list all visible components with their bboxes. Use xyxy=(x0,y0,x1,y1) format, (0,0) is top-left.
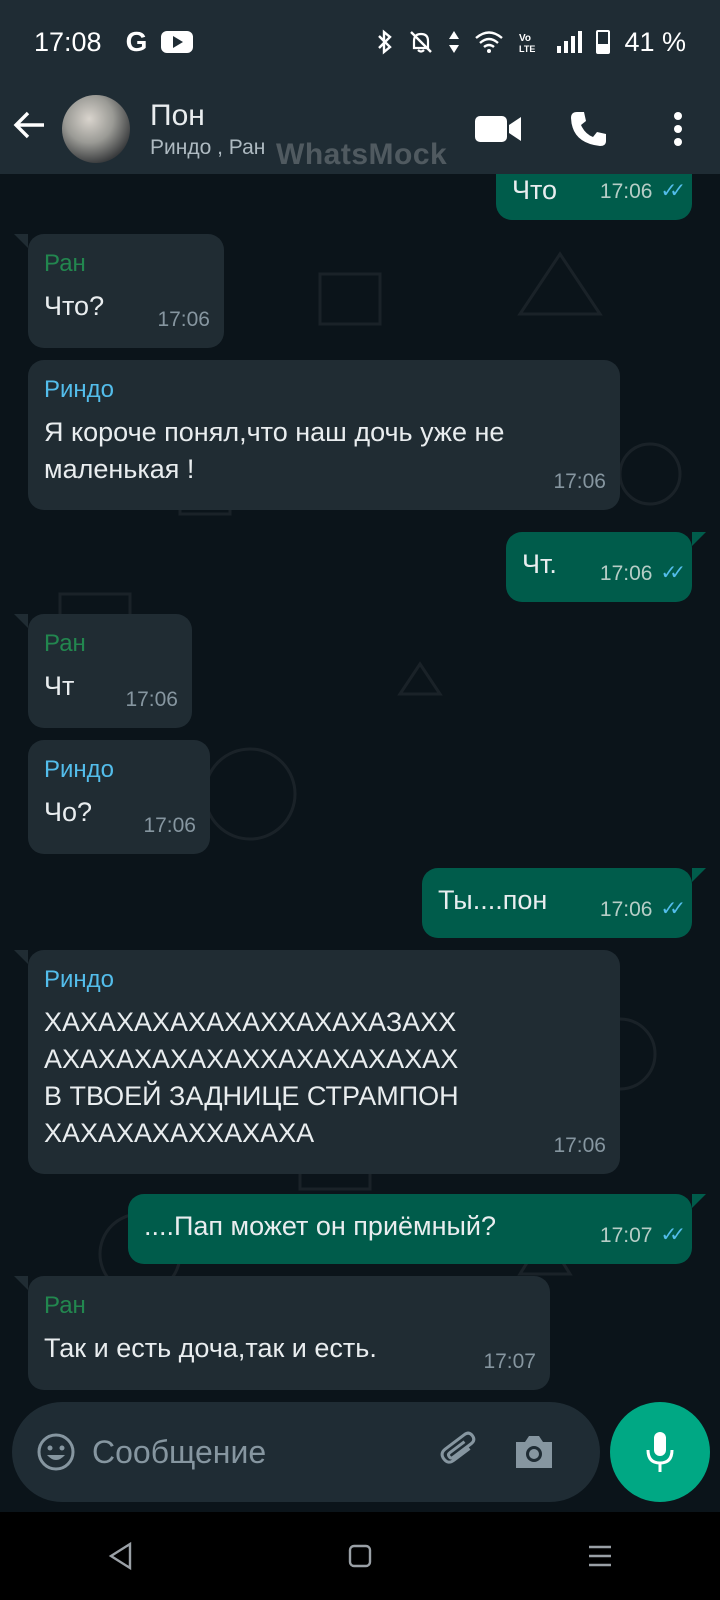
attach-icon[interactable] xyxy=(436,1429,482,1475)
message-incoming[interactable]: Риндо ХАХАХАХАХАХАХХАХАХАЗАХХ АХАХАХАХАХ… xyxy=(14,950,620,1174)
nav-home-icon xyxy=(348,1544,372,1568)
watermark: WhatsMock xyxy=(276,138,448,171)
message-sender: Риндо xyxy=(44,376,115,403)
message-outgoing[interactable]: Ты....пон 17:06 ✓✓ xyxy=(422,868,706,938)
message-time: 17:06 xyxy=(599,562,653,585)
nav-menu-button[interactable] xyxy=(570,1536,630,1576)
message-text-line: ХАХАХАХАХАХАХХАХАХАЗАХХ xyxy=(44,1007,457,1037)
group-avatar[interactable] xyxy=(62,95,130,163)
mic-icon xyxy=(646,1432,674,1472)
message-time: 17:06 xyxy=(157,308,210,331)
nav-menu-icon xyxy=(589,1545,611,1567)
message-incoming[interactable]: Ран Так и есть доча,так и есть. 17:07 xyxy=(14,1276,550,1390)
message-incoming[interactable]: Ран Чт 17:06 xyxy=(14,614,192,728)
message-text: Что xyxy=(512,175,558,205)
wifi-icon xyxy=(475,31,504,53)
message-text-line: ХАХАХАХАХХАХАХА xyxy=(44,1118,315,1148)
voice-call-button[interactable] xyxy=(564,105,612,153)
chat-title: Пон xyxy=(150,98,205,132)
message-text-line: маленькая ! xyxy=(44,454,195,484)
back-arrow-icon xyxy=(13,111,44,139)
read-ticks-icon: ✓✓ xyxy=(660,180,685,202)
mute-bell-icon xyxy=(410,31,433,53)
message-incoming[interactable]: Ран Что? 17:06 xyxy=(14,234,224,348)
status-time: 17:08 xyxy=(34,26,102,57)
nav-back-button[interactable] xyxy=(90,1536,150,1576)
status-bar: 17:08 G Vo LTE 41 % xyxy=(0,0,720,84)
volte-icon: VoLTE xyxy=(519,33,535,54)
message-time: 17:07 xyxy=(599,1224,653,1247)
message-outgoing[interactable]: ....Пап может он приёмный? 17:07 ✓✓ xyxy=(128,1194,706,1264)
google-icon: G xyxy=(125,26,148,57)
svg-text:LTE: LTE xyxy=(519,44,535,54)
message-text: Так и есть доча,так и есть. xyxy=(44,1333,377,1363)
message-outgoing[interactable]: Что 17:06 ✓✓ xyxy=(496,174,692,220)
video-call-button[interactable] xyxy=(474,105,522,153)
read-ticks-icon: ✓✓ xyxy=(660,898,685,920)
battery-icon xyxy=(596,30,611,54)
chat-participants: Риндо , Ран xyxy=(150,135,266,159)
video-call-icon xyxy=(475,116,521,142)
nav-back-icon xyxy=(108,1541,132,1571)
message-text-line: В ТВОЕЙ ЗАДНИЦЕ СТРАМПОН xyxy=(44,1081,459,1111)
message-sender: Ран xyxy=(44,1292,86,1319)
message-time: 17:06 xyxy=(125,688,178,711)
system-nav-bar xyxy=(0,1512,720,1600)
message-sender: Риндо xyxy=(44,756,115,783)
more-options-button[interactable] xyxy=(654,105,702,153)
emoji-icon[interactable] xyxy=(36,1432,76,1472)
nav-home-button[interactable] xyxy=(330,1536,390,1576)
message-input[interactable] xyxy=(90,1432,424,1472)
message-sender: Ран xyxy=(44,250,86,277)
message-text: ....Пап может он приёмный? xyxy=(144,1211,497,1241)
svg-text:Vo: Vo xyxy=(519,33,531,44)
voice-message-button[interactable] xyxy=(610,1402,710,1502)
message-time: 17:06 xyxy=(143,814,196,837)
read-ticks-icon: ✓✓ xyxy=(660,562,685,584)
message-text-line: АХАХАХАХАХАХХАХАХАХАХАХ xyxy=(44,1044,459,1074)
message-time: 17:06 xyxy=(599,898,653,921)
back-button[interactable] xyxy=(12,105,68,153)
message-text: Чт. xyxy=(522,549,557,579)
camera-icon[interactable] xyxy=(512,1430,556,1474)
message-time: 17:06 xyxy=(553,470,606,493)
more-options-icon xyxy=(674,112,682,146)
message-text-line: Я короче понял,что наш дочь уже не xyxy=(44,417,505,447)
chat-area[interactable]: Что 17:06 ✓✓ Ран Что? 17:06 Риндо Я короч… xyxy=(0,174,720,1398)
message-sender: Риндо xyxy=(44,966,115,993)
message-incoming[interactable]: Риндо Я короче понял,что наш дочь уже не… xyxy=(28,360,620,510)
message-time: 17:06 xyxy=(553,1134,606,1157)
read-ticks-icon: ✓✓ xyxy=(660,1224,685,1246)
message-outgoing[interactable]: Чт. 17:06 ✓✓ xyxy=(506,532,706,602)
youtube-icon xyxy=(161,31,194,53)
data-transfer-icon xyxy=(449,31,460,53)
phone-icon xyxy=(571,112,606,146)
battery-percent: 41 % xyxy=(624,26,686,57)
bluetooth-icon xyxy=(378,29,393,55)
message-incoming[interactable]: Риндо Чо? 17:06 xyxy=(28,740,210,854)
message-time: 17:06 xyxy=(599,180,653,203)
chat-title-area[interactable]: Пон Риндо , Ран xyxy=(150,99,265,159)
message-composer xyxy=(12,1402,600,1502)
message-sender: Ран xyxy=(44,630,86,657)
message-time: 17:07 xyxy=(483,1350,536,1373)
message-text: Ты....пон xyxy=(438,885,548,915)
signal-icon xyxy=(557,31,583,53)
